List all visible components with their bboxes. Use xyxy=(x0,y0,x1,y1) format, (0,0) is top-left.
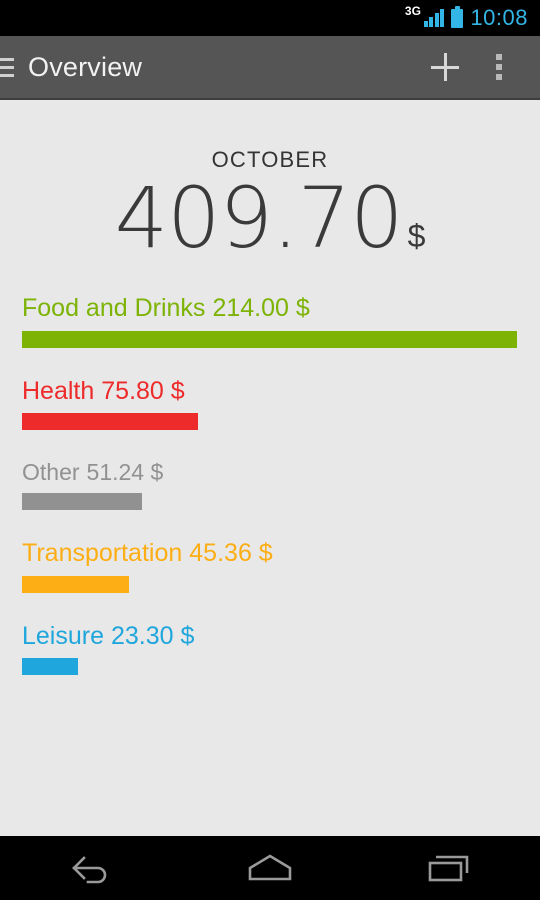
nav-back-button[interactable] xyxy=(0,836,180,900)
back-arrow-icon xyxy=(66,851,114,885)
category-name: Transportation xyxy=(22,539,183,568)
battery-full-icon xyxy=(451,5,464,28)
nav-home-button[interactable] xyxy=(180,836,360,900)
page-title: Overview xyxy=(28,51,143,82)
total-currency: $ xyxy=(407,218,426,254)
recent-apps-icon xyxy=(425,851,475,885)
add-expense-button[interactable] xyxy=(418,40,472,94)
category-name: Leisure xyxy=(22,621,104,650)
category-label: Transportation 45.36 $ xyxy=(22,539,540,569)
action-bar: Overview xyxy=(0,36,540,100)
list-item[interactable]: Health 75.80 $ xyxy=(22,377,540,430)
nav-recents-button[interactable] xyxy=(360,836,540,900)
category-name: Food and Drinks xyxy=(22,294,206,322)
total-summary: 409.70 $ xyxy=(0,176,540,260)
category-bar xyxy=(22,575,129,593)
status-bar: 3G 10:08 xyxy=(0,0,540,36)
category-name: Other xyxy=(22,459,80,485)
category-label: Health 75.80 $ xyxy=(22,377,540,407)
list-item[interactable]: Transportation 45.36 $ xyxy=(22,539,540,593)
android-navigation-bar xyxy=(0,836,540,900)
category-label: Other 51.24 $ xyxy=(22,459,540,486)
total-amount: 409.70 xyxy=(114,169,404,267)
category-amount: 45.36 $ xyxy=(189,539,273,568)
category-amount: 75.80 $ xyxy=(101,376,185,405)
category-amount: 51.24 $ xyxy=(86,459,164,485)
category-amount: 23.30 $ xyxy=(111,621,195,650)
overview-content: OCTOBER 409.70 $ Food and Drinks 214.00 $… xyxy=(0,100,540,836)
status-bar-clock: 10:08 xyxy=(470,5,528,30)
category-name: Health xyxy=(22,376,95,405)
category-bar xyxy=(22,493,142,511)
category-label: Food and Drinks 214.00 $ xyxy=(22,294,540,324)
phone-screen: 3G 10:08 Overview OCTOBER 409.70 $ Food … xyxy=(0,0,540,900)
hamburger-menu-icon[interactable] xyxy=(0,55,14,79)
list-item[interactable]: Leisure 23.30 $ xyxy=(22,622,540,676)
category-label: Leisure 23.30 $ xyxy=(22,622,540,652)
category-list: Food and Drinks 214.00 $ Health 75.80 $ Ot… xyxy=(0,294,540,676)
category-bar xyxy=(22,658,78,676)
list-item[interactable]: Other 51.24 $ xyxy=(22,459,540,511)
signal-bars-icon xyxy=(423,9,445,27)
category-bar xyxy=(22,413,198,430)
overflow-menu-button[interactable] xyxy=(472,40,526,94)
category-amount: 214.00 $ xyxy=(212,294,310,322)
home-icon xyxy=(245,851,295,885)
category-bar xyxy=(22,330,517,348)
list-item[interactable]: Food and Drinks 214.00 $ xyxy=(22,294,540,348)
network-type-label: 3G xyxy=(404,4,421,18)
